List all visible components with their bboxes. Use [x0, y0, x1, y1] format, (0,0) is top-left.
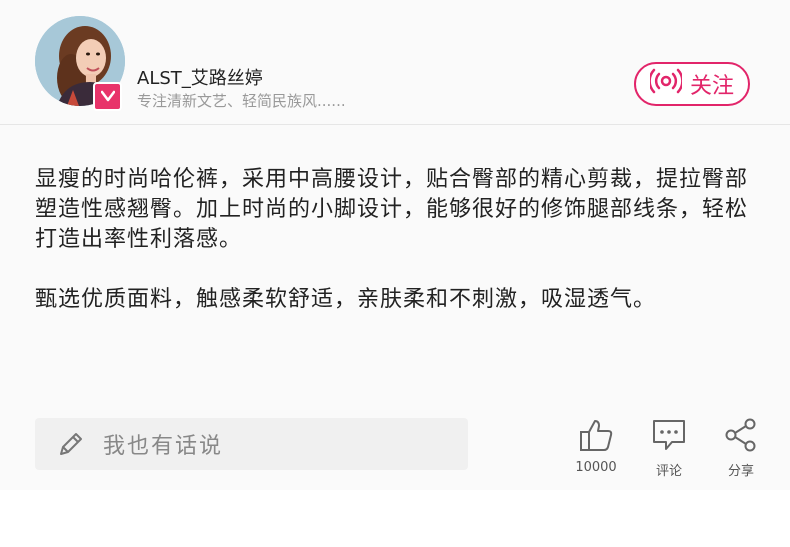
broadcast-icon: [648, 68, 684, 100]
post-page: ALST_艾路丝婷 专注清新文艺、轻简民族风...... 关注 显瘦的时尚哈伦裤…: [0, 0, 790, 490]
follow-label: 关注: [689, 74, 734, 99]
share-icon: [724, 418, 758, 456]
thumbs-up-icon: [578, 418, 614, 456]
v-badge-icon: [100, 87, 115, 106]
like-button[interactable]: 10000: [570, 418, 622, 475]
comment-button[interactable]: 评论: [645, 418, 693, 479]
follow-button[interactable]: 关注: [634, 62, 750, 106]
speech-bubble-icon: [651, 418, 687, 456]
post-paragraph: 甄选优质面料，触感柔软舒适，亲肤柔和不刺激，吸湿透气。: [35, 287, 657, 312]
author-bio: 专注清新文艺、轻简民族风......: [137, 92, 346, 110]
post-body: 显瘦的时尚哈伦裤，采用中高腰设计，贴合臀部的精心剪裁，提拉臀部塑造性感翘臀。加上…: [35, 165, 760, 315]
author-header: ALST_艾路丝婷 专注清新文艺、轻简民族风...... 关注: [0, 0, 790, 125]
comment-label: 评论: [655, 464, 682, 479]
pencil-icon: [57, 430, 85, 458]
comment-input[interactable]: 我也有话说: [35, 418, 468, 470]
share-button[interactable]: 分享: [718, 418, 764, 479]
share-label: 分享: [727, 464, 754, 479]
like-count: 10000: [575, 460, 617, 475]
verified-badge: [93, 82, 122, 111]
post-paragraph: 显瘦的时尚哈伦裤，采用中高腰设计，贴合臀部的精心剪裁，提拉臀部塑造性感翘臀。加上…: [35, 167, 749, 252]
author-name[interactable]: ALST_艾路丝婷: [137, 64, 263, 90]
comment-placeholder: 我也有话说: [103, 434, 224, 459]
